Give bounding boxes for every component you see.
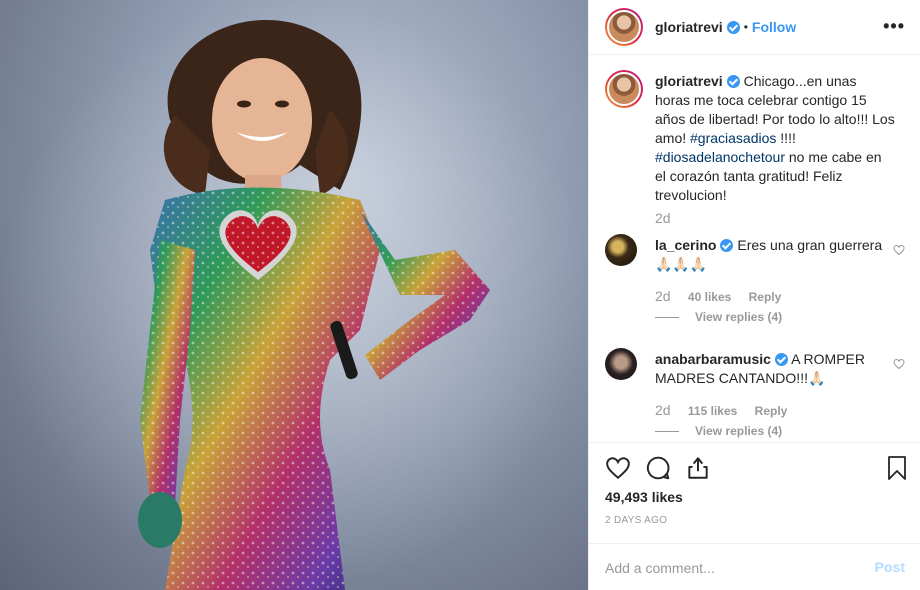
view-replies-button[interactable]: View replies (4)	[655, 310, 782, 324]
view-replies-label[interactable]: View replies (4)	[695, 310, 782, 324]
commenter-avatar[interactable]	[605, 234, 637, 266]
comment-likes[interactable]: 40 likes	[688, 290, 731, 304]
likes-count[interactable]: 49,493 likes	[605, 489, 683, 505]
heart-icon[interactable]	[605, 455, 631, 481]
post-timestamp[interactable]: 2 DAYS AGO	[605, 515, 667, 526]
view-replies-button[interactable]: View replies (4)	[655, 424, 782, 438]
post-photo[interactable]	[0, 0, 588, 590]
caption-avatar[interactable]	[605, 70, 643, 108]
comment-text: la_cerino Eres una gran guerrera 🙏🏻🙏🏻🙏🏻	[655, 236, 895, 274]
comment-like-heart-icon[interactable]	[893, 358, 905, 370]
comments-list[interactable]: gloriatrevi Chicago...en unas horas me t…	[589, 56, 920, 442]
view-replies-label[interactable]: View replies (4)	[695, 424, 782, 438]
reply-button[interactable]: Reply	[749, 290, 782, 304]
caption-username[interactable]: gloriatrevi	[655, 73, 723, 89]
caption: gloriatrevi Chicago...en unas horas me t…	[605, 70, 905, 250]
comment-text: anabarbaramusic A ROMPER MADRES CANTANDO…	[655, 350, 895, 388]
comment-item: anabarbaramusic A ROMPER MADRES CANTANDO…	[605, 348, 905, 442]
caption-meta: 2d	[655, 210, 685, 226]
add-comment-row: Post	[589, 543, 920, 590]
comment-time[interactable]: 2d	[655, 288, 671, 304]
hashtag-link[interactable]: #graciasadios	[690, 130, 776, 146]
bookmark-icon[interactable]	[885, 455, 909, 481]
caption-time[interactable]: 2d	[655, 210, 671, 226]
verified-badge-icon	[726, 21, 740, 34]
post-header: gloriatrevi • Follow •••	[589, 0, 920, 55]
commenter-username[interactable]: anabarbaramusic	[655, 351, 771, 367]
comment-input[interactable]	[605, 558, 845, 578]
comment-meta: 2d 115 likes Reply	[655, 402, 801, 418]
comment-time[interactable]: 2d	[655, 402, 671, 418]
comment-icon[interactable]	[645, 455, 671, 481]
comment-likes[interactable]: 115 likes	[688, 404, 737, 418]
share-icon[interactable]	[685, 455, 711, 481]
more-options-icon[interactable]: •••	[883, 17, 905, 35]
hashtag-link[interactable]: #diosadelanochetour	[655, 149, 785, 165]
replies-divider	[655, 316, 679, 318]
caption-text: gloriatrevi Chicago...en unas horas me t…	[655, 72, 895, 205]
verified-badge-icon	[774, 353, 788, 366]
caption-text-part-2: !!!!	[776, 130, 796, 146]
verified-badge-icon	[720, 239, 734, 252]
author-avatar[interactable]	[605, 8, 643, 46]
reply-button[interactable]: Reply	[755, 404, 788, 418]
comment-meta: 2d 40 likes Reply	[655, 288, 795, 304]
comment-like-heart-icon[interactable]	[893, 244, 905, 256]
follow-button[interactable]: Follow	[752, 19, 796, 35]
comment-item: la_cerino Eres una gran guerrera 🙏🏻🙏🏻🙏🏻 …	[605, 234, 905, 334]
action-icons	[605, 455, 725, 481]
instagram-post: gloriatrevi • Follow ••• gloriatrevi Chi…	[0, 0, 920, 590]
commenter-username[interactable]: la_cerino	[655, 237, 716, 253]
post-comment-button[interactable]: Post	[875, 559, 905, 575]
performer-illustration	[0, 0, 588, 590]
verified-badge-icon	[726, 75, 740, 88]
commenter-avatar[interactable]	[605, 348, 637, 380]
post-actions: 49,493 likes 2 DAYS AGO Post	[589, 442, 920, 590]
separator-dot: •	[743, 20, 748, 34]
replies-divider	[655, 430, 679, 432]
author-username-text[interactable]: gloriatrevi	[655, 19, 723, 35]
post-sidebar: gloriatrevi • Follow ••• gloriatrevi Chi…	[588, 0, 920, 590]
author-username[interactable]: gloriatrevi	[655, 19, 740, 35]
